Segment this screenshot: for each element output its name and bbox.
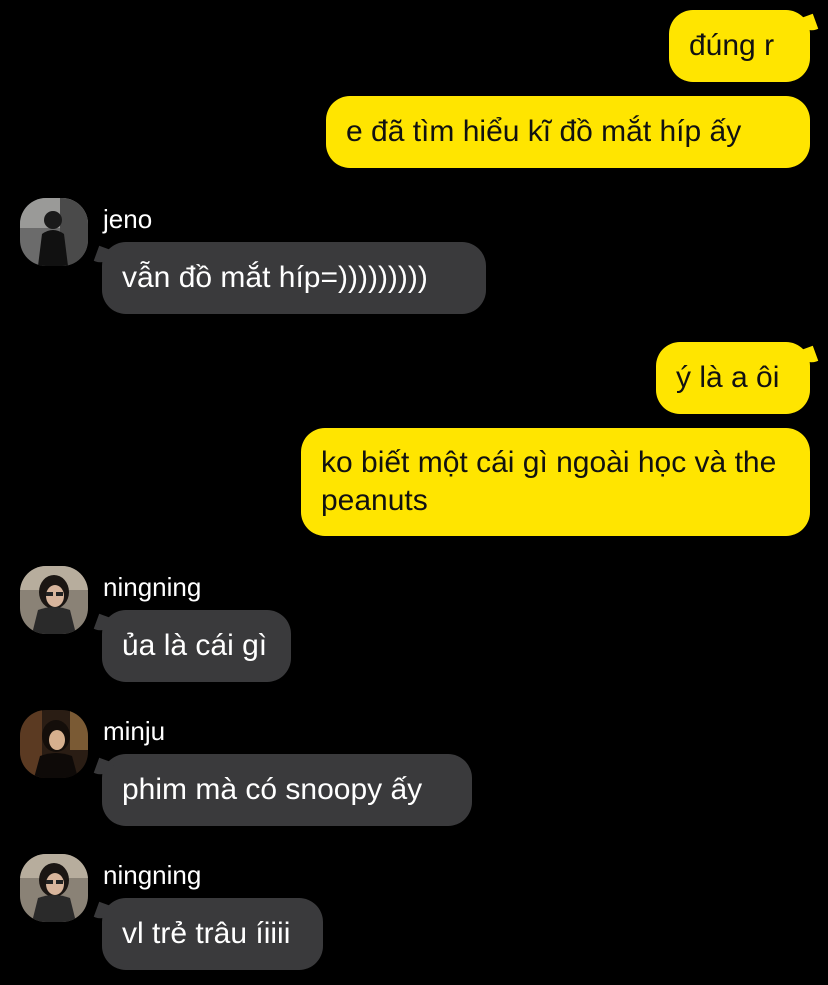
message-text: ý là a ôi	[676, 361, 780, 394]
message-text: ủa là cái gì	[122, 629, 268, 662]
sender-name-ningning: ningning	[103, 860, 202, 890]
message-text: vl trẻ trâu íiiii	[122, 917, 291, 950]
message-text: đúng r	[689, 29, 775, 62]
message-text: ko biết một cái gì ngoài học và the pean…	[321, 446, 777, 517]
sender-name-ningning: ningning	[103, 572, 202, 602]
avatar-minju[interactable]	[20, 710, 88, 778]
message-bubble-outgoing[interactable]: ko biết một cái gì ngoài học và the pean…	[301, 428, 810, 536]
message-text: e đã tìm hiểu kĩ đồ mắt híp ấy	[346, 115, 742, 148]
avatar-jeno[interactable]	[20, 198, 88, 266]
message-bubble-outgoing[interactable]: e đã tìm hiểu kĩ đồ mắt híp ấy	[326, 96, 810, 168]
message-bubble-outgoing[interactable]: ý là a ôi	[656, 342, 810, 414]
message-bubble-incoming[interactable]: vl trẻ trâu íiiii	[102, 898, 323, 970]
sender-name-jeno: jeno	[103, 204, 153, 234]
avatar-ningning[interactable]	[20, 854, 88, 922]
avatar-ningning[interactable]	[20, 566, 88, 634]
message-bubble-outgoing[interactable]: đúng r	[669, 10, 810, 82]
message-bubble-incoming[interactable]: phim mà có snoopy ấy	[102, 754, 472, 826]
message-bubble-incoming[interactable]: vẫn đồ mắt híp=)))))))))	[102, 242, 486, 314]
message-text: phim mà có snoopy ấy	[122, 773, 423, 806]
message-bubble-incoming[interactable]: ủa là cái gì	[102, 610, 291, 682]
message-text: vẫn đồ mắt híp=)))))))))	[122, 261, 428, 294]
sender-name-minju: minju	[103, 716, 166, 746]
